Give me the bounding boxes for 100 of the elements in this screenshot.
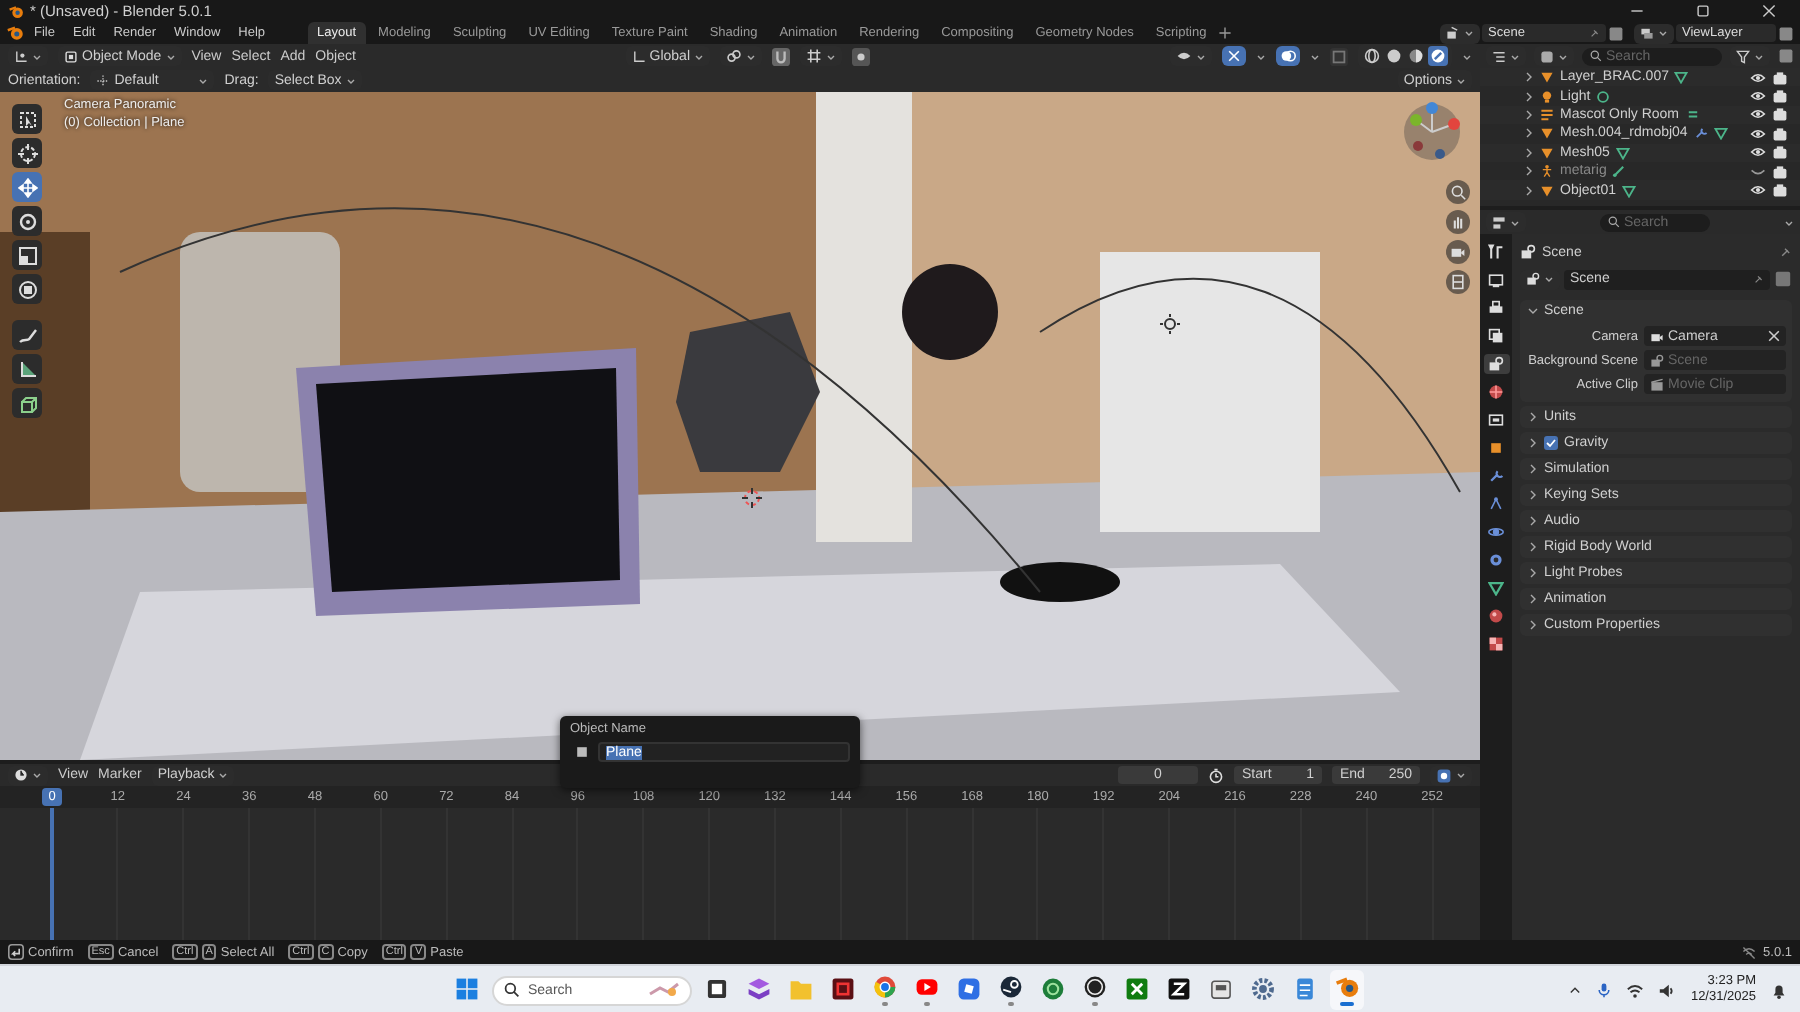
properties-tab[interactable] <box>1483 270 1509 290</box>
tool-button[interactable] <box>12 206 42 236</box>
scene-icon <box>1526 272 1540 286</box>
dark-tile-icon <box>704 976 730 1002</box>
select-box-icon <box>17 109 37 129</box>
render-camera-icon[interactable] <box>1772 144 1788 161</box>
tool-button[interactable] <box>12 274 42 304</box>
grid-icon[interactable] <box>1450 274 1466 290</box>
solid-sphere-icon[interactable] <box>1386 48 1402 64</box>
cube-icon <box>17 393 37 413</box>
proportional-icon[interactable] <box>852 47 870 65</box>
clip-icon <box>1650 377 1664 391</box>
particles-icon <box>1488 496 1504 512</box>
caret-icon <box>1558 51 1568 61</box>
properties-tab[interactable] <box>1483 354 1509 374</box>
orientation-icon <box>96 73 111 87</box>
no-connection-icon <box>1741 945 1756 959</box>
overlay-icon[interactable] <box>1280 48 1296 64</box>
tool-button[interactable] <box>12 172 42 202</box>
printer-icon <box>1488 300 1504 316</box>
new-collection-icon[interactable] <box>1778 48 1794 64</box>
properties-icon <box>1492 215 1506 229</box>
microphone-icon[interactable] <box>1596 982 1613 998</box>
wireframe-sphere-icon[interactable] <box>1364 48 1380 64</box>
navigation-gizmo[interactable] <box>1400 100 1464 164</box>
bell-icon[interactable] <box>1770 981 1788 999</box>
render-camera-icon[interactable] <box>1772 69 1788 86</box>
chevron-up-icon[interactable] <box>1568 983 1583 997</box>
grid-snap-icon <box>806 48 822 64</box>
mesh-data-icon <box>1615 145 1630 160</box>
copy-icon[interactable] <box>1774 270 1792 288</box>
tool-button[interactable] <box>12 388 42 418</box>
tool-button[interactable] <box>12 354 42 384</box>
eye-icon[interactable] <box>1750 144 1766 161</box>
eye-icon[interactable] <box>1750 88 1766 105</box>
highlight-icon <box>648 980 680 1000</box>
filter-icon <box>1736 49 1750 63</box>
transform-icon <box>17 279 37 299</box>
check-icon <box>1546 438 1556 448</box>
zoom-icon[interactable] <box>1450 184 1466 200</box>
eye-icon[interactable] <box>1750 125 1766 142</box>
rendered-sphere-icon[interactable] <box>1430 48 1446 64</box>
checker-icon <box>1488 636 1504 652</box>
light-icon <box>1160 314 1180 334</box>
blender-logo-icon <box>8 3 24 19</box>
tool-button[interactable] <box>12 240 42 270</box>
taskbar-app[interactable] <box>1330 970 1364 1010</box>
properties-tab[interactable] <box>1483 522 1509 542</box>
close-icon[interactable] <box>1762 4 1776 18</box>
mesh-data-icon <box>1674 70 1689 85</box>
3d-cursor-icon <box>742 488 762 508</box>
new-scene-icon[interactable] <box>1608 25 1624 41</box>
caret-icon <box>1462 51 1472 61</box>
properties-tab[interactable] <box>1483 578 1509 598</box>
hand-icon[interactable] <box>1450 214 1466 230</box>
render-camera-icon[interactable] <box>1772 182 1788 199</box>
tool-button[interactable] <box>12 320 42 350</box>
globe-icon <box>1488 384 1504 400</box>
render-camera-icon[interactable] <box>1772 163 1788 180</box>
maximize-icon[interactable] <box>1696 4 1710 18</box>
wifi-icon[interactable] <box>1626 981 1645 999</box>
render-camera-icon[interactable] <box>1772 88 1788 105</box>
tool-button[interactable] <box>12 138 42 168</box>
material-icon <box>1488 608 1504 624</box>
scale-icon <box>17 245 37 265</box>
link-icon <box>726 48 742 64</box>
material-sphere-icon[interactable] <box>1408 48 1424 64</box>
tool-button[interactable] <box>12 104 42 134</box>
camera-icon[interactable] <box>1450 244 1466 260</box>
caret-icon <box>1456 770 1466 780</box>
volume-icon[interactable] <box>1658 981 1677 999</box>
windows-logo-icon <box>454 976 480 1002</box>
pin-icon[interactable] <box>1778 245 1792 259</box>
eye-icon[interactable] <box>1750 69 1766 86</box>
move-icon <box>17 177 37 197</box>
ruler-icon <box>17 359 37 379</box>
properties-tab[interactable] <box>1483 410 1509 430</box>
layers-icon <box>746 976 772 1002</box>
render-camera-icon[interactable] <box>1772 106 1788 123</box>
visibility-icon <box>1176 48 1192 64</box>
stopwatch-icon[interactable] <box>1208 767 1224 783</box>
square-frame-icon <box>830 976 856 1002</box>
orbit-icon <box>1488 524 1504 540</box>
render-camera-icon[interactable] <box>1772 125 1788 142</box>
add-workspace-icon[interactable] <box>1218 26 1233 40</box>
checkbox[interactable] <box>1544 436 1558 450</box>
xray-icon[interactable] <box>1330 47 1348 65</box>
layers-icon <box>1640 26 1654 40</box>
new-view-layer-icon[interactable] <box>1778 25 1794 41</box>
eye-icon[interactable] <box>1750 182 1766 199</box>
minimize-icon[interactable] <box>1630 4 1644 18</box>
magnet-icon[interactable] <box>772 47 790 65</box>
clear-icon[interactable] <box>1768 330 1780 342</box>
folder-icon <box>788 976 814 1002</box>
scene-icon <box>1520 244 1536 260</box>
object-icon <box>1488 440 1504 456</box>
eye-icon[interactable] <box>1750 106 1766 123</box>
axes-icon <box>631 49 646 63</box>
mesh-data-icon <box>1622 183 1637 198</box>
gizmo-icon[interactable] <box>1226 48 1242 64</box>
